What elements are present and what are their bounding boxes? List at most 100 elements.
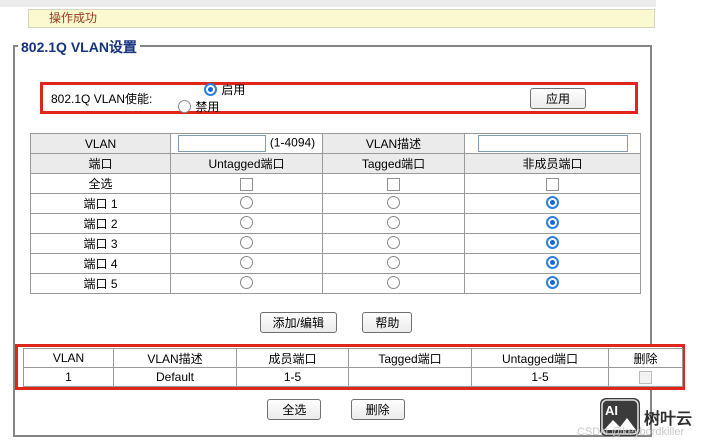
port-row: 端口 5 xyxy=(30,273,641,294)
watermark-credit: CSDN @keybordkiller xyxy=(577,426,685,438)
tagged-radio-cell xyxy=(322,233,465,254)
radio-icon[interactable] xyxy=(178,100,192,113)
cell-member-ports: 1-5 xyxy=(236,367,349,387)
nonmember-radio-cell xyxy=(464,273,641,294)
vlan-range-hint: (1-4094) xyxy=(269,135,316,150)
list-col-untagged: Untagged端口 xyxy=(471,348,609,368)
port-name: 端口 5 xyxy=(30,273,171,294)
col-nonmember: 非成员端口 xyxy=(464,153,641,174)
vlan-enable-option-0[interactable]: 启用 xyxy=(204,81,245,98)
tagged-radio-cell xyxy=(322,213,465,234)
tagged-radio[interactable] xyxy=(387,275,400,289)
add-edit-button[interactable]: 添加/编辑 xyxy=(259,312,337,333)
list-col-tagged: Tagged端口 xyxy=(348,348,472,368)
tagged-radio[interactable] xyxy=(387,215,400,229)
tagged-radio[interactable] xyxy=(387,255,400,269)
vlan-enable-option-1[interactable]: 禁用 xyxy=(178,98,245,115)
select-all-row: 全选 xyxy=(30,173,641,194)
vlan-desc-cell xyxy=(464,133,641,154)
nonmember-radio[interactable] xyxy=(546,195,559,209)
radio-icon[interactable] xyxy=(204,83,218,96)
vlan-list-table: VLAN VLAN描述 成员端口 Tagged端口 Untagged端口 删除 … xyxy=(23,348,683,387)
port-name: 端口 1 xyxy=(30,193,171,214)
delete-button[interactable]: 删除 xyxy=(350,399,405,420)
vlan-edit-table: VLAN (1-4094) VLAN描述 端口 Untagged端口 Tagge… xyxy=(30,133,641,294)
col-tagged: Tagged端口 xyxy=(322,153,465,174)
select-all-untagged-cell xyxy=(170,173,323,194)
nonmember-radio-cell xyxy=(464,233,641,254)
untagged-radio[interactable] xyxy=(240,235,253,249)
nonmember-radio-cell xyxy=(464,253,641,274)
select-all-button[interactable]: 全选 xyxy=(267,399,322,420)
top-strip xyxy=(0,0,656,7)
untagged-radio-cell xyxy=(170,273,323,294)
apply-button[interactable]: 应用 xyxy=(530,87,586,109)
select-all-nonmember-checkbox[interactable] xyxy=(546,177,559,191)
port-name: 端口 3 xyxy=(30,233,171,254)
vlan-list-row: 1 Default 1-5 1-5 xyxy=(23,367,683,387)
form-button-row: 添加/编辑 帮助 xyxy=(0,312,672,333)
cell-tagged-ports xyxy=(348,367,472,387)
untagged-radio[interactable] xyxy=(240,255,253,269)
list-button-row: 全选 删除 xyxy=(0,399,672,420)
watermark: AI 树叶云 CSDN @keybordkiller xyxy=(577,396,705,444)
tagged-radio-cell xyxy=(322,253,465,274)
nonmember-radio-cell xyxy=(464,213,641,234)
svg-text:AI: AI xyxy=(605,403,618,418)
vlan-list-section: VLAN VLAN描述 成员端口 Tagged端口 Untagged端口 删除 … xyxy=(15,344,685,390)
vlan-id-input[interactable] xyxy=(177,135,266,152)
untagged-radio[interactable] xyxy=(240,195,253,209)
cell-delete xyxy=(608,367,683,387)
untagged-radio[interactable] xyxy=(240,275,253,289)
cell-vlan-id: 1 xyxy=(23,367,114,387)
vlan-id-label: VLAN xyxy=(30,133,171,154)
port-row: 端口 4 xyxy=(30,253,641,274)
tagged-radio-cell xyxy=(322,273,465,294)
delete-row-checkbox[interactable] xyxy=(639,371,652,385)
vlan-enable-section: 802.1Q VLAN使能: 启用 禁用 应用 xyxy=(40,82,638,114)
tagged-radio[interactable] xyxy=(387,195,400,209)
radio-option-label: 启用 xyxy=(221,83,246,97)
col-port: 端口 xyxy=(30,153,171,174)
port-row: 端口 2 xyxy=(30,213,641,234)
list-col-vlan: VLAN xyxy=(23,348,114,368)
help-button[interactable]: 帮助 xyxy=(362,312,413,333)
vlan-id-row: VLAN (1-4094) VLAN描述 xyxy=(30,133,641,154)
list-col-member: 成员端口 xyxy=(236,348,349,368)
cell-untagged-ports: 1-5 xyxy=(471,367,609,387)
list-col-desc: VLAN描述 xyxy=(113,348,237,368)
vlan-desc-input[interactable] xyxy=(477,135,628,152)
radio-option-label: 禁用 xyxy=(195,100,220,114)
column-header-row: 端口 Untagged端口 Tagged端口 非成员端口 xyxy=(30,153,641,174)
port-name: 端口 2 xyxy=(30,213,171,234)
select-all-nonmember-cell xyxy=(464,173,641,194)
port-row: 端口 1 xyxy=(30,193,641,214)
tagged-radio-cell xyxy=(322,193,465,214)
nonmember-radio[interactable] xyxy=(546,235,559,249)
tagged-radio[interactable] xyxy=(387,235,400,249)
nonmember-radio[interactable] xyxy=(546,275,559,289)
col-untagged: Untagged端口 xyxy=(170,153,323,174)
untagged-radio-cell xyxy=(170,233,323,254)
nonmember-radio[interactable] xyxy=(546,215,559,229)
untagged-radio-cell xyxy=(170,253,323,274)
untagged-radio-cell xyxy=(170,193,323,214)
port-row: 端口 3 xyxy=(30,233,641,254)
status-message: 操作成功 xyxy=(49,11,98,25)
page-title: 802.1Q VLAN设置 xyxy=(18,37,140,57)
vlan-enable-label: 802.1Q VLAN使能: xyxy=(51,91,153,106)
list-col-delete: 删除 xyxy=(608,348,683,368)
vlan-desc-label: VLAN描述 xyxy=(322,133,465,154)
cell-vlan-desc: Default xyxy=(113,367,237,387)
select-all-label: 全选 xyxy=(30,173,171,194)
select-all-tagged-cell xyxy=(322,173,465,194)
nonmember-radio-cell xyxy=(464,193,641,214)
status-banner: 操作成功 xyxy=(28,9,655,28)
nonmember-radio[interactable] xyxy=(546,255,559,269)
select-all-untagged-checkbox[interactable] xyxy=(240,177,253,191)
select-all-tagged-checkbox[interactable] xyxy=(387,177,400,191)
port-name: 端口 4 xyxy=(30,253,171,274)
untagged-radio[interactable] xyxy=(240,215,253,229)
vlan-enable-options: 启用 禁用 xyxy=(152,81,245,115)
untagged-radio-cell xyxy=(170,213,323,234)
